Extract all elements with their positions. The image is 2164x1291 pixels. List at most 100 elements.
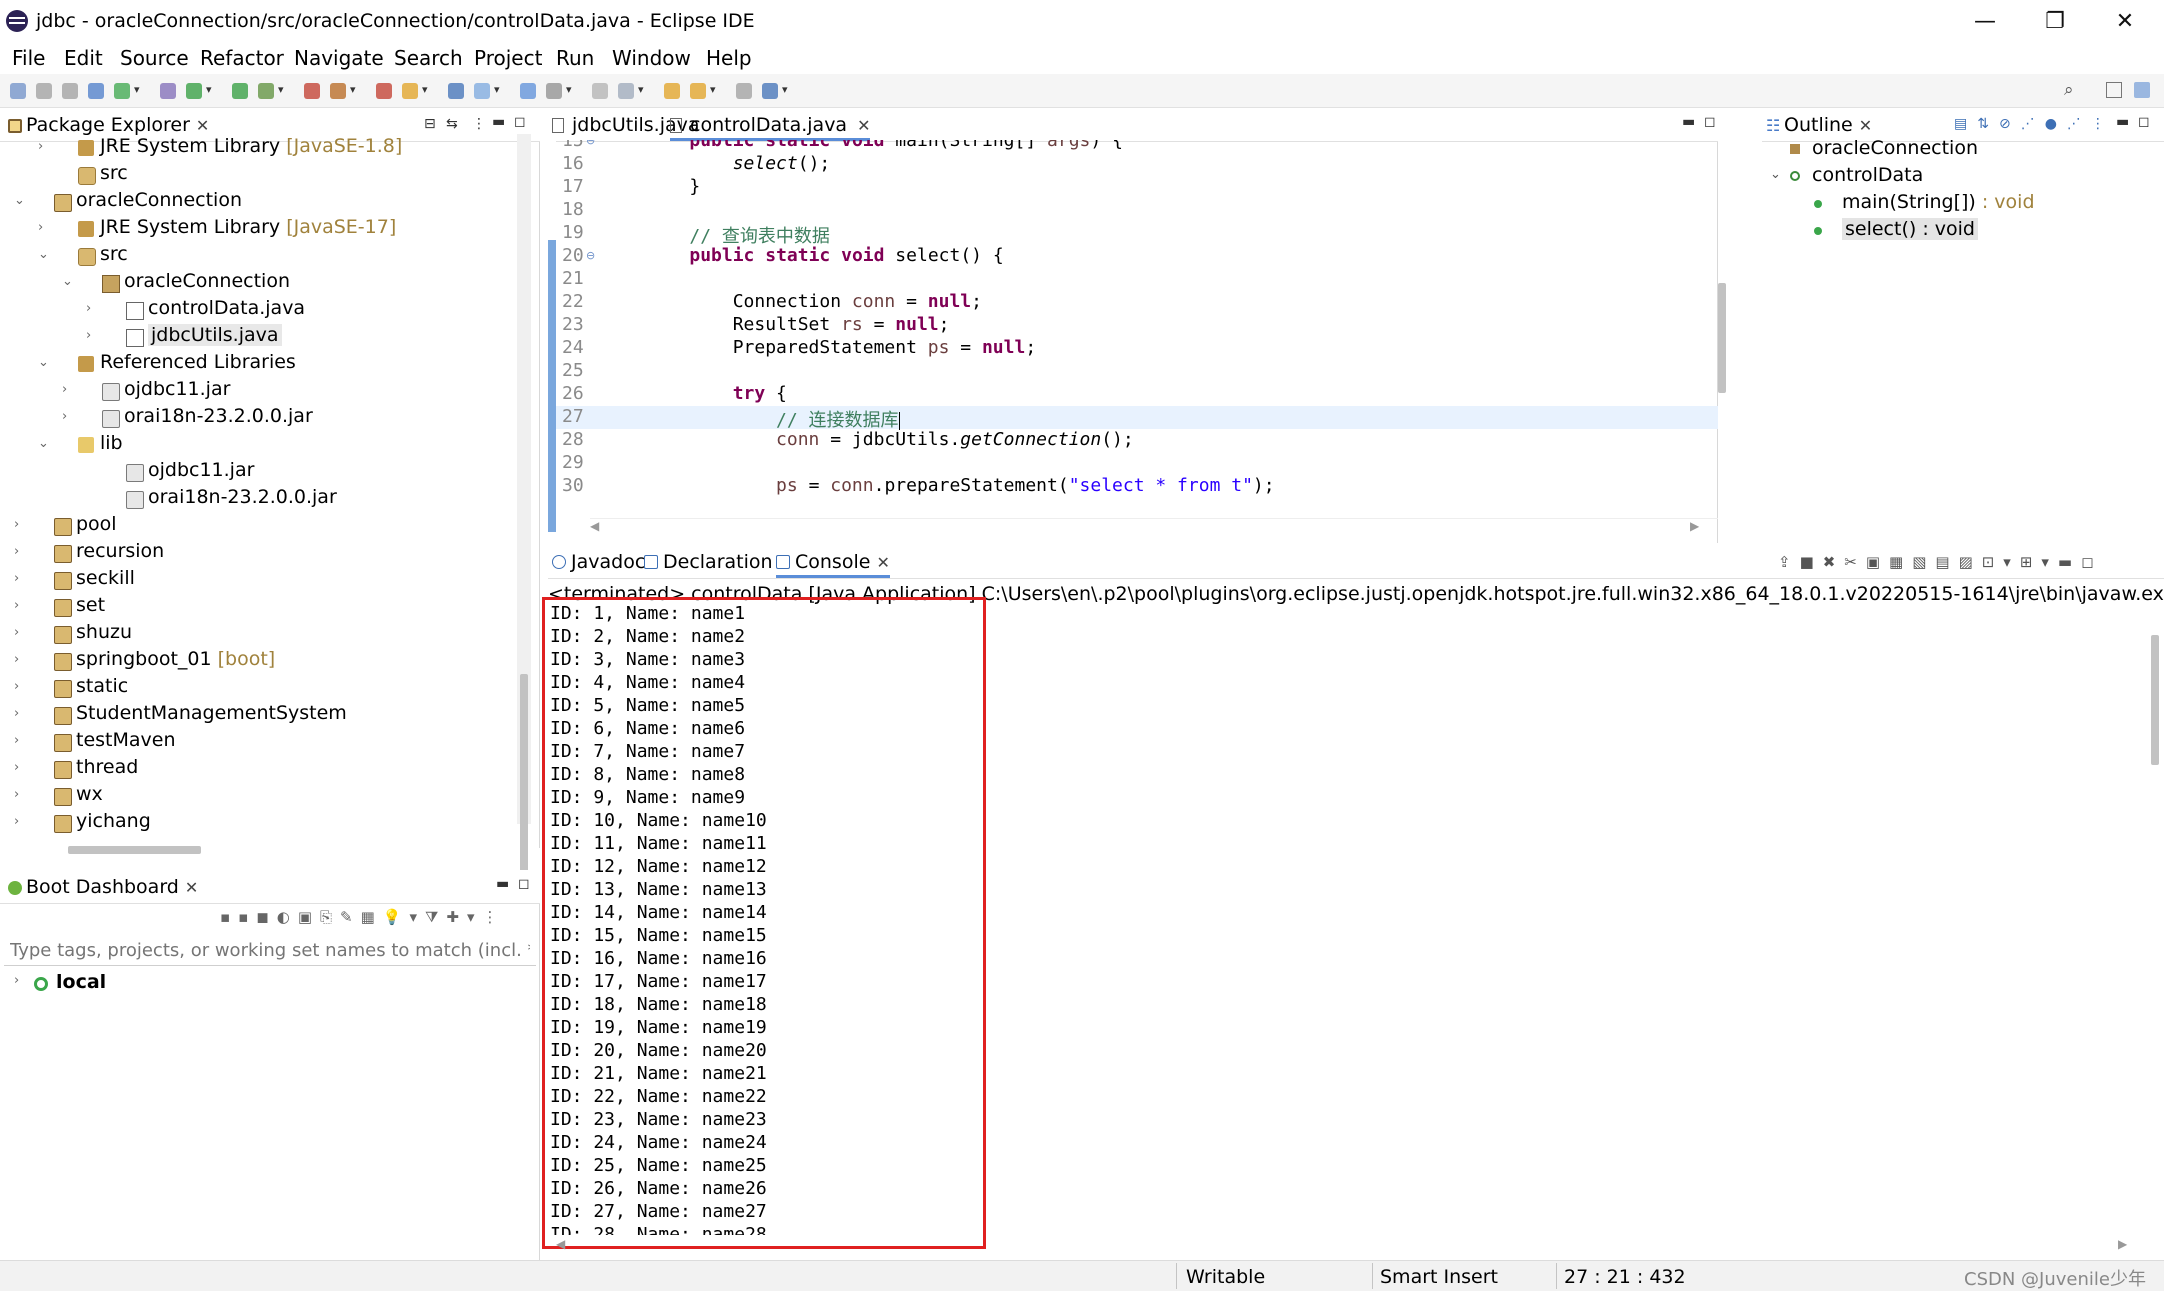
chevron-right-icon[interactable]: › [14, 814, 19, 829]
scroll-right-icon[interactable]: ▶ [2118, 1237, 2127, 1251]
chevron-down-icon[interactable]: ⌄ [38, 436, 49, 451]
code-area[interactable]: 15 ⊖ public static void main(String[] arg… [556, 140, 1718, 520]
toolbar-button-icon[interactable] [736, 83, 752, 99]
code-line[interactable]: 26 try { [556, 383, 1718, 406]
chevron-right-icon[interactable]: › [14, 598, 19, 613]
chevron-right-icon[interactable]: › [62, 382, 67, 397]
code-line[interactable]: 18 [556, 199, 1718, 222]
maximize-view-icon[interactable]: ◻ [1704, 114, 1716, 130]
dropdown-arrow-icon[interactable]: ▾ [566, 83, 572, 96]
chevron-down-icon[interactable]: ⌄ [1770, 167, 1781, 182]
toolbar-button-icon[interactable] [376, 83, 392, 99]
toolbar-button-icon[interactable] [762, 83, 778, 99]
toolbar-button-icon[interactable] [232, 83, 248, 99]
tree-item[interactable]: › wx [0, 782, 520, 809]
code-line[interactable]: 29 [556, 452, 1718, 475]
tree-item[interactable]: ⌄ src [0, 242, 520, 269]
outline-toolbar[interactable]: ▤⇅⊘⋰●⋰⋮ [1954, 116, 2115, 132]
menu-navigate[interactable]: Navigate [294, 46, 384, 70]
code-line[interactable]: 15 ⊖ public static void main(String[] arg… [556, 140, 1718, 153]
dropdown-arrow-icon[interactable]: ▾ [422, 83, 428, 96]
menu-run[interactable]: Run [556, 46, 594, 70]
scrollbar-thumb[interactable] [520, 674, 528, 894]
chevron-right-icon[interactable]: › [14, 679, 19, 694]
dropdown-arrow-icon[interactable]: ▾ [206, 83, 212, 96]
toolbar-button-icon[interactable] [62, 83, 78, 99]
boot-local-row[interactable]: › local [0, 970, 520, 998]
dropdown-arrow-icon[interactable]: ▾ [710, 83, 716, 96]
chevron-right-icon[interactable]: › [86, 301, 91, 316]
toolbar-button-icon[interactable] [618, 83, 634, 99]
minimize-view-icon[interactable]: ▬ [2116, 114, 2129, 130]
status-insert-mode[interactable]: Smart Insert [1380, 1266, 1498, 1288]
boot-dashboard-toolbar[interactable]: ▪▪◼◐▣⎘✎▦💡▾⧩✚▾⋮ [220, 908, 540, 930]
chevron-right-icon[interactable]: › [86, 328, 91, 343]
scroll-left-icon[interactable]: ◀ [556, 1237, 565, 1251]
minimize-view-icon[interactable]: ▬ [1682, 114, 1695, 130]
tree-item[interactable]: ⌄ Referenced Libraries [0, 350, 520, 377]
tree-item[interactable]: › static [0, 674, 520, 701]
minimize-view-icon[interactable]: ▬ [492, 114, 505, 130]
chevron-right-icon[interactable]: › [14, 973, 19, 988]
menu-window[interactable]: Window [612, 46, 691, 70]
code-line[interactable]: 27 // 连接数据库 [556, 406, 1718, 431]
perspective-icon[interactable] [2106, 82, 2122, 98]
tree-item[interactable]: › seckill [0, 566, 520, 593]
code-line[interactable]: 24 PreparedStatement ps = null; [556, 337, 1718, 360]
chevron-right-icon[interactable]: › [14, 517, 19, 532]
toolbar-button-icon[interactable] [520, 83, 536, 99]
dropdown-arrow-icon[interactable]: ▾ [638, 83, 644, 96]
toolbar-button-icon[interactable] [474, 83, 490, 99]
view-menu-icon[interactable]: ⋮ [472, 116, 486, 132]
close-icon[interactable]: ✕ [185, 878, 198, 897]
chevron-right-icon[interactable]: › [14, 787, 19, 802]
scrollbar-thumb[interactable] [1718, 283, 1726, 393]
toolbar-button-icon[interactable] [664, 83, 680, 99]
toolbar-button-icon[interactable] [36, 83, 52, 99]
outline-item[interactable]: ⌄ controlData [1762, 163, 2162, 190]
tree-item[interactable]: ojdbc11.jar [0, 458, 520, 485]
close-icon[interactable]: ✕ [196, 116, 209, 135]
dropdown-arrow-icon[interactable]: ▾ [350, 83, 356, 96]
link-editor-icon[interactable]: ⇆ [446, 116, 458, 132]
close-icon[interactable]: ✕ [876, 553, 889, 572]
code-line[interactable]: 19 // 查询表中数据 [556, 222, 1718, 247]
code-line[interactable]: 17 } [556, 176, 1718, 199]
code-line[interactable]: 28 conn = jdbcUtils.getConnection(); [556, 429, 1718, 452]
tree-item[interactable]: › JRE System Library [JavaSE-17] [0, 215, 520, 242]
scroll-left-icon[interactable]: ◀ [590, 519, 599, 533]
close-icon[interactable]: ✕ [1859, 116, 1872, 135]
fold-marker-icon[interactable]: ⊖ [586, 249, 595, 262]
chevron-right-icon[interactable]: › [14, 652, 19, 667]
code-line[interactable]: 16 select(); [556, 153, 1718, 176]
chevron-right-icon[interactable]: › [38, 220, 43, 235]
maximize-view-icon[interactable]: ◻ [518, 876, 530, 892]
tree-item[interactable]: › testMaven [0, 728, 520, 755]
menu-refactor[interactable]: Refactor [200, 46, 284, 70]
chevron-right-icon[interactable]: › [14, 571, 19, 586]
package-tree-hscroll[interactable] [68, 846, 201, 854]
menu-help[interactable]: Help [706, 46, 752, 70]
tree-item[interactable]: › recursion [0, 539, 520, 566]
editor-hscroll[interactable]: ◀ ▶ [590, 518, 1718, 534]
chevron-down-icon[interactable]: ⌄ [62, 274, 73, 289]
tab-console[interactable]: Console ✕ [776, 551, 890, 578]
toolbar-button-icon[interactable] [592, 83, 608, 99]
toolbar-button-icon[interactable] [402, 83, 418, 99]
java-perspective-icon[interactable] [2134, 82, 2150, 98]
tree-item[interactable]: ⌄ oracleConnection [0, 188, 520, 215]
tree-item[interactable]: src [0, 161, 520, 188]
minimize-button[interactable]: — [1950, 0, 2020, 42]
toolbar-button-icon[interactable] [546, 83, 562, 99]
code-line[interactable]: 20 ⊖ public static void select() { [556, 245, 1718, 268]
chevron-right-icon[interactable]: › [14, 706, 19, 721]
code-line[interactable]: 25 [556, 360, 1718, 383]
console-vscroll[interactable] [2148, 605, 2162, 1245]
toolbar-button-icon[interactable] [186, 83, 202, 99]
dropdown-arrow-icon[interactable]: ▾ [134, 83, 140, 96]
maximize-view-icon[interactable]: ◻ [2138, 114, 2150, 130]
search-icon[interactable]: ⌕ [2064, 80, 2074, 100]
menu-edit[interactable]: Edit [64, 46, 103, 70]
chevron-right-icon[interactable]: › [14, 760, 19, 775]
outline-item[interactable]: select() : void [1762, 217, 2162, 244]
